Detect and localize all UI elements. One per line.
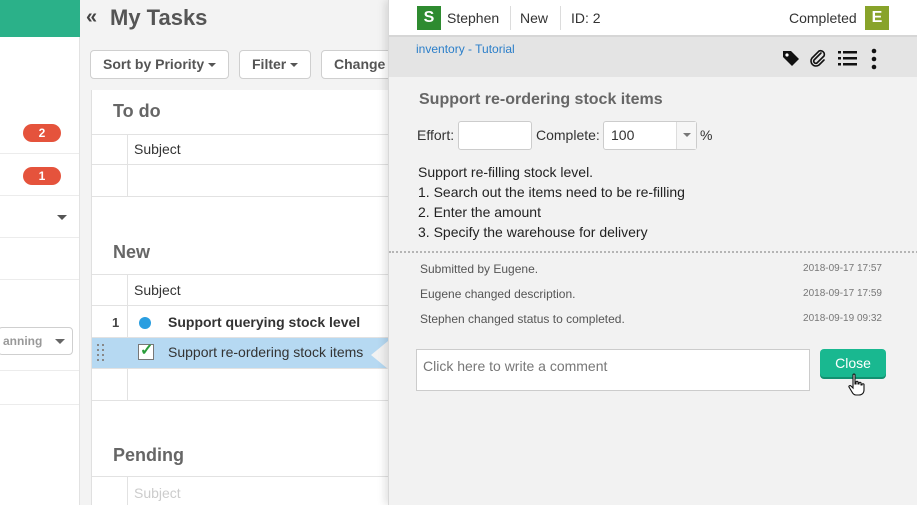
column-header-subject[interactable]: Subject — [134, 141, 181, 157]
caret-down-icon — [208, 63, 217, 68]
task-id: ID: 2 — [571, 10, 601, 26]
drag-handle-icon[interactable] — [97, 344, 107, 362]
complete-value: 100 — [611, 127, 635, 143]
description-line: 2. Enter the amount — [418, 204, 541, 220]
effort-input[interactable] — [458, 121, 532, 150]
divider — [560, 6, 561, 30]
divider — [92, 305, 401, 306]
paperclip-icon[interactable] — [808, 48, 828, 68]
column-header-subject[interactable]: Subject — [134, 282, 181, 298]
planning-select-value: anning — [3, 334, 43, 348]
submitter-avatar[interactable]: E — [865, 6, 889, 30]
section-title-new: New — [113, 242, 151, 262]
divider — [389, 251, 917, 253]
chevron-down-icon[interactable] — [676, 122, 696, 149]
divider — [127, 134, 128, 196]
section-title-pending: Pending — [113, 445, 184, 465]
count-badge: 2 — [23, 124, 61, 142]
assignee-avatar[interactable]: S — [417, 6, 441, 30]
sort-button-label: Sort by Priority — [103, 56, 205, 72]
divider — [127, 476, 128, 505]
filter-button[interactable]: Filter — [239, 50, 312, 79]
sidebar-item-dropdown[interactable] — [0, 197, 79, 238]
task-subject[interactable]: Support querying stock level — [168, 314, 360, 330]
sidebar-item — [0, 372, 79, 405]
more-vertical-icon[interactable] — [869, 48, 879, 70]
description-line: Support re-filling stock level. — [418, 164, 594, 180]
complete-label: Complete: — [536, 127, 600, 143]
divider — [92, 196, 401, 197]
list-icon[interactable] — [837, 48, 857, 68]
section-title-todo: To do — [113, 101, 161, 121]
task-sections: To do Subject New Subject 1 Support quer… — [91, 90, 401, 505]
panel-pointer — [371, 341, 388, 369]
panel-header: S Stephen New ID: 2 Completed E — [389, 0, 917, 37]
collapse-icon[interactable]: « — [86, 6, 97, 29]
history-item: Eugene changed description. 2018-09-17 1… — [420, 287, 882, 301]
divider — [92, 400, 401, 401]
filter-button-label: Filter — [252, 56, 287, 72]
history-text: Stephen changed status to completed. — [420, 312, 625, 326]
page-title: My Tasks — [110, 5, 208, 30]
divider — [510, 6, 511, 30]
hand-cursor-icon — [847, 373, 867, 397]
complete-select[interactable]: 100 — [603, 121, 697, 150]
comment-input[interactable]: Click here to write a comment — [416, 349, 810, 391]
history-text: Submitted by Eugene. — [420, 262, 539, 276]
sidebar-item — [0, 281, 79, 371]
task-title[interactable]: Support re-ordering stock items — [419, 91, 663, 109]
count-badge: 1 — [23, 167, 61, 185]
panel-toolbar: inventory - Tutorial — [389, 37, 917, 77]
task-board: « My Tasks Sort by Priority Filter Chang… — [80, 0, 401, 505]
caret-down-icon — [290, 63, 299, 68]
task-status[interactable]: Completed — [789, 10, 857, 26]
percent-sign: % — [700, 127, 713, 143]
history-timestamp: 2018-09-17 17:59 — [803, 288, 882, 299]
history-timestamp: 2018-09-19 09:32 — [803, 313, 882, 324]
task-subject[interactable]: Support re-ordering stock items — [168, 344, 363, 360]
planning-select[interactable]: anning — [0, 327, 73, 355]
history-text: Eugene changed description. — [420, 287, 576, 301]
sidebar-item — [0, 239, 79, 280]
history-item: Stephen changed status to completed. 201… — [420, 312, 882, 326]
task-state[interactable]: New — [520, 10, 548, 26]
divider — [92, 164, 401, 165]
divider — [92, 368, 401, 369]
page-header: « My Tasks — [80, 0, 400, 37]
sort-button[interactable]: Sort by Priority — [90, 50, 230, 79]
caret-down-icon — [55, 339, 65, 344]
app-root: 2 1 anning « My Tasks Sort by Priority F… — [0, 0, 917, 505]
assignee-name[interactable]: Stephen — [447, 10, 499, 26]
row-number: 1 — [112, 315, 120, 330]
sidebar-header — [0, 0, 80, 37]
history-item: Submitted by Eugene. 2018-09-17 17:57 — [420, 262, 882, 276]
caret-down-icon — [57, 215, 67, 220]
description-line: 1. Search out the items need to be re-fi… — [418, 184, 685, 200]
tag-icon[interactable] — [781, 48, 801, 68]
divider — [92, 274, 401, 275]
table-row-selected[interactable]: ✓ Support re-ordering stock items — [92, 338, 401, 368]
sidebar-item[interactable]: 1 — [0, 155, 79, 196]
project-link[interactable]: inventory - Tutorial — [416, 42, 515, 56]
column-header-subject[interactable]: Subject — [134, 485, 181, 501]
history-timestamp: 2018-09-17 17:57 — [803, 263, 882, 274]
divider — [92, 134, 401, 135]
effort-label: Effort: — [417, 127, 455, 143]
description-line: 3. Specify the warehouse for delivery — [418, 224, 648, 240]
change-button-label: Change — [334, 56, 386, 72]
sidebar: 2 1 anning — [0, 0, 80, 505]
sidebar-item[interactable]: 2 — [0, 113, 79, 154]
task-detail-panel: S Stephen New ID: 2 Completed E inventor… — [388, 0, 917, 505]
blue-dot-icon — [139, 317, 151, 329]
checkbox-checked-icon[interactable]: ✓ — [138, 342, 154, 360]
divider — [92, 476, 401, 477]
